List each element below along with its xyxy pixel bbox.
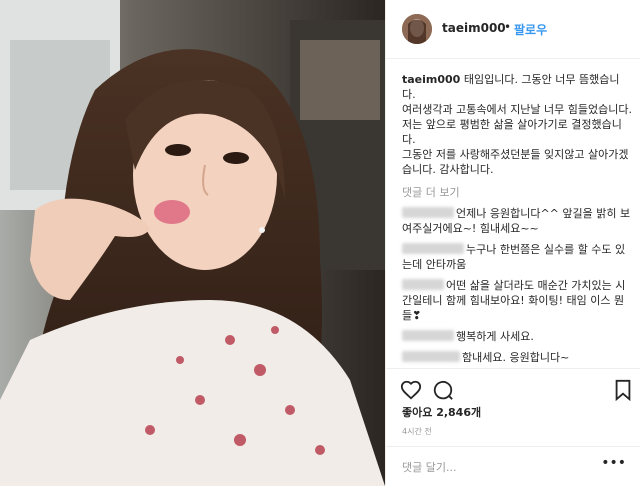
action-bar [386, 368, 640, 409]
follow-button[interactable]: 팔로우 [514, 21, 547, 38]
separator-dot: • [504, 20, 512, 34]
bookmark-icon[interactable] [612, 379, 634, 401]
comment: 함내세요. 응원합니다~ [402, 350, 632, 365]
comments-section: taeim000 태임입니다. 그동안 너무 뜸했습니다. 여러생각과 고통속에… [402, 72, 632, 371]
header-username[interactable]: taeim000 [442, 21, 506, 35]
avatar[interactable] [402, 14, 432, 44]
comment: 누구나 한번쯤은 실수를 할 수도 있는데 안타까움 [402, 242, 632, 272]
caption: taeim000 태임입니다. 그동안 너무 뜸했습니다. 여러생각과 고통속에… [402, 72, 632, 177]
heart-icon[interactable] [400, 379, 422, 401]
blurred-username [402, 351, 460, 362]
caption-text: 태임입니다. 그동안 너무 뜸했습니다. 여러생각과 고통속에서 지난날 너무 … [402, 73, 633, 176]
blurred-username [402, 207, 454, 218]
post-photo[interactable] [0, 0, 385, 486]
comment-icon[interactable] [432, 379, 454, 401]
post-side-panel: taeim000 • 팔로우 taeim000 태임입니다. 그동안 너무 뜸했… [385, 0, 640, 486]
add-comment-input[interactable]: 댓글 달기... [402, 459, 456, 475]
comment-text: 함내세요. 응원합니다~ [462, 351, 570, 364]
more-options-icon[interactable]: ••• [601, 455, 626, 471]
comment: 언제나 응원합니다^^ 앞길을 밝히 보여주실거에요~! 힘내세요~~ [402, 206, 632, 236]
comment: 행복하게 사세요. [402, 329, 632, 344]
blurred-username [402, 243, 464, 254]
view-more-comments[interactable]: 댓글 더 보기 [402, 185, 632, 200]
blurred-username [402, 279, 444, 290]
likes-count[interactable]: 좋아요 2,846개 [402, 404, 481, 420]
caption-username[interactable]: taeim000 [402, 73, 460, 86]
photo-illustration [0, 0, 385, 486]
post-timestamp: 4시간 전 [402, 427, 432, 436]
avatar-image [402, 14, 432, 44]
add-comment-bar: 댓글 달기... ••• [386, 446, 640, 487]
blurred-username [402, 330, 454, 341]
comment-text: 행복하게 사세요. [456, 330, 534, 343]
comment: 어떤 삶을 살더라도 매순간 가치있는 시간일테니 함께 힘내보아요! 화이팅!… [402, 278, 632, 323]
post-header: taeim000 • 팔로우 [386, 0, 640, 59]
